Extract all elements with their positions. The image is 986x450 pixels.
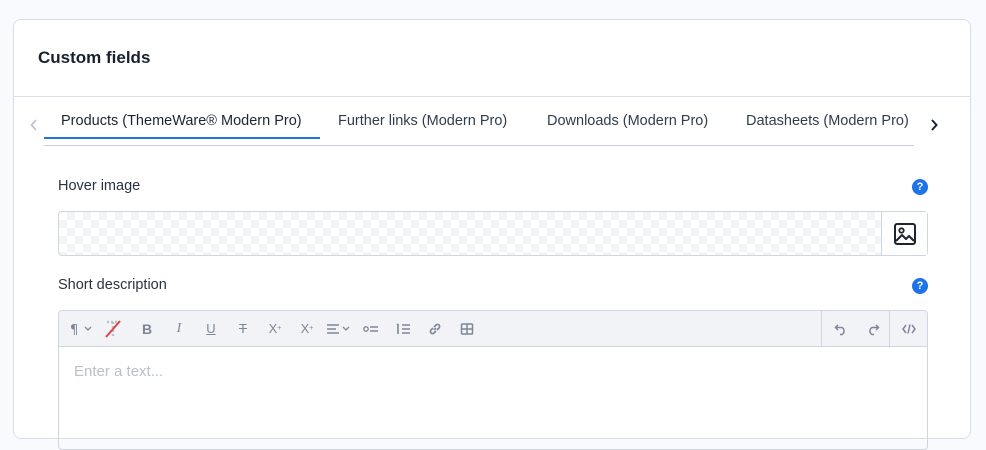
tab-products-themeware[interactable]: Products (ThemeWare® Modern Pro) [61,113,302,145]
hover-image-field[interactable] [58,211,928,256]
paragraph-format-icon[interactable]: ¶ [67,311,99,346]
active-tab-indicator [44,137,320,139]
svg-text:¶: ¶ [70,323,78,336]
code-view-icon[interactable] [891,311,927,346]
strikethrough-icon[interactable]: T [229,311,257,346]
tabs-bar: Products (ThemeWare® Modern Pro) Further… [24,106,938,146]
italic-icon[interactable]: I [165,311,193,346]
tab-scroll-left-button[interactable] [26,116,42,134]
tab-list: Products (ThemeWare® Modern Pro) Further… [44,106,914,146]
text-editor: ¶ B I U T X + X + Enter a text... [58,310,928,450]
subscript-icon[interactable]: X + [293,311,321,346]
table-icon[interactable] [453,311,481,346]
superscript-icon[interactable]: X + [261,311,289,346]
redo-icon[interactable] [858,311,888,346]
hover-image-help-icon[interactable]: ? [912,179,928,195]
card-header: Custom fields [14,20,970,97]
tab-further-links[interactable]: Further links (Modern Pro) [338,113,507,145]
image-icon [893,222,916,245]
underline-icon[interactable]: U [197,311,225,346]
toolbar-separator [889,311,890,346]
chevron-right-icon [931,119,938,131]
tab-scroll-right-button[interactable] [926,116,942,134]
card-title: Custom fields [38,48,151,67]
media-select-button[interactable] [881,212,927,255]
short-description-label: Short description [58,277,167,293]
tab-downloads[interactable]: Downloads (Modern Pro) [547,113,708,145]
chevron-left-icon [30,119,37,131]
link-icon[interactable] [421,311,449,346]
hover-image-label: Hover image [58,178,141,194]
ordered-list-icon[interactable] [389,311,417,346]
undo-icon[interactable] [826,311,856,346]
short-description-input[interactable]: Enter a text... [74,363,163,380]
editor-toolbar: ¶ B I U T X + X + [59,311,927,347]
short-description-help-icon[interactable]: ? [912,278,928,294]
bold-icon[interactable]: B [133,311,161,346]
toolbar-separator [821,311,822,346]
tab-datasheets[interactable]: Datasheets (Modern Pro) [746,113,909,145]
unordered-list-icon[interactable] [357,311,385,346]
align-icon[interactable] [323,311,355,346]
remove-format-icon[interactable] [99,311,127,346]
